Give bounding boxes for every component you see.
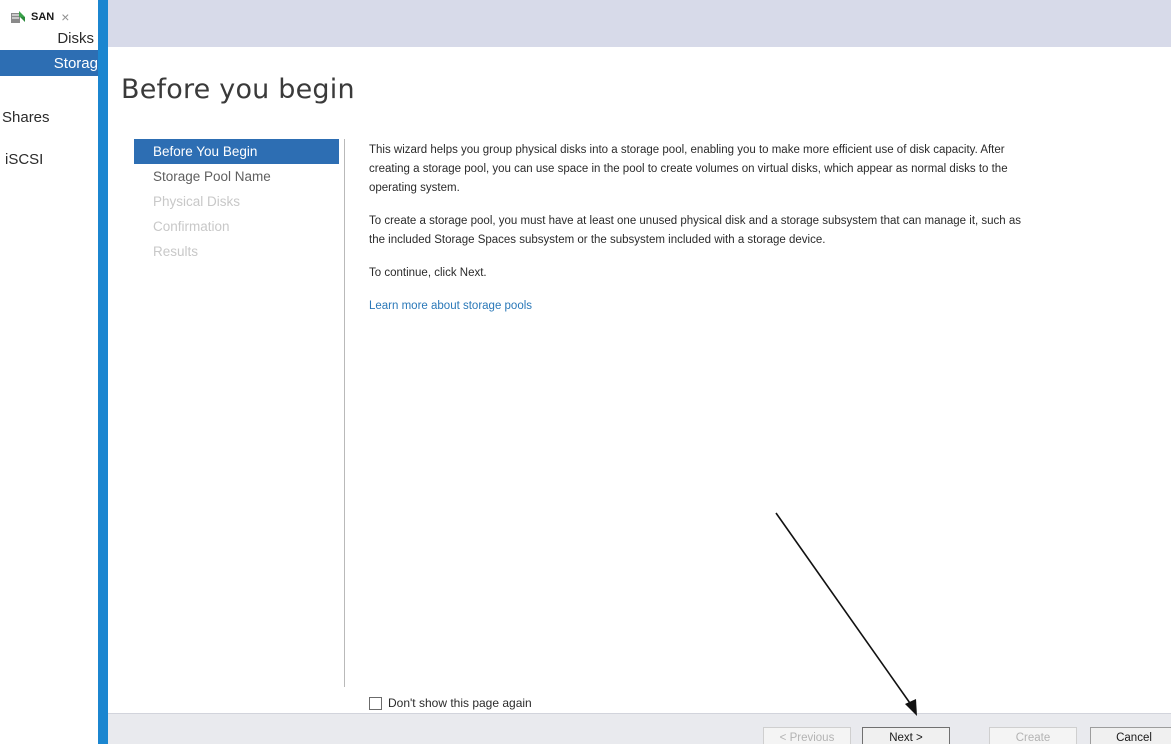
nav-item-iscsi[interactable]: iSCSI xyxy=(0,147,98,171)
server-manager-nav: SAN × Disks Storag Shares iSCSI xyxy=(0,0,98,744)
server-tab[interactable]: SAN × xyxy=(10,6,69,28)
dont-show-again-checkbox[interactable] xyxy=(369,696,382,710)
requirements-paragraph: To create a storage pool, you must have … xyxy=(369,215,1022,246)
learn-more-link[interactable]: Learn more about storage pools xyxy=(369,300,532,312)
wizard-title-bar xyxy=(108,0,1171,47)
create-button[interactable]: Create xyxy=(989,727,1077,744)
page-title: Before you begin xyxy=(121,74,355,105)
intro-paragraph: This wizard helps you group physical dis… xyxy=(369,144,1008,194)
server-icon xyxy=(11,11,25,23)
continue-paragraph: To continue, click Next. xyxy=(369,267,487,279)
previous-button[interactable]: < Previous xyxy=(763,727,851,744)
step-confirmation: Confirmation xyxy=(153,219,230,234)
cancel-button[interactable]: Cancel xyxy=(1090,727,1171,744)
nav-item-disks[interactable]: Disks xyxy=(0,26,98,50)
step-physical-disks: Physical Disks xyxy=(153,194,241,209)
wizard-accent-border xyxy=(98,0,108,744)
wizard-steps: Before You Begin Storage Pool Name Physi… xyxy=(134,139,339,264)
next-button[interactable]: Next > xyxy=(862,727,950,744)
step-storage-pool-name[interactable]: Storage Pool Name xyxy=(134,164,339,189)
dont-show-again-label: Don't show this page again xyxy=(388,696,532,710)
nav-item-storage-pools[interactable]: Storag xyxy=(0,50,98,76)
dont-show-again-option[interactable]: Don't show this page again xyxy=(369,696,532,710)
server-tab-label: SAN xyxy=(31,11,55,23)
screen: SAN × Disks Storag Shares iSCSI Before y… xyxy=(0,0,1171,744)
wizard-content: This wizard helps you group physical dis… xyxy=(369,141,1171,316)
nav-item-shares[interactable]: Shares xyxy=(0,105,98,129)
close-icon[interactable]: × xyxy=(61,10,69,24)
step-results: Results xyxy=(153,244,199,259)
steps-divider xyxy=(344,139,345,687)
step-before-you-begin[interactable]: Before You Begin xyxy=(134,139,339,164)
